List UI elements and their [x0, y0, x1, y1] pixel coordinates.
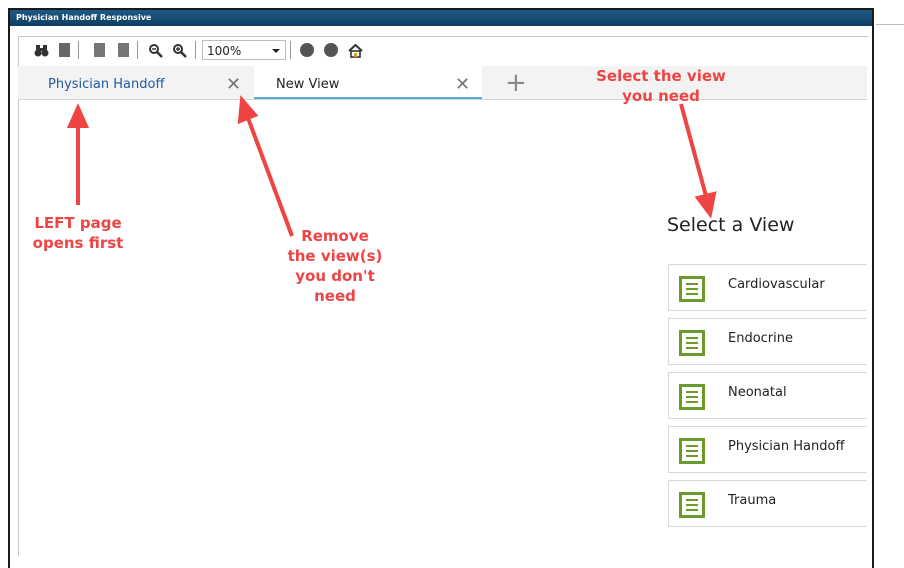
arrow-head — [237, 95, 259, 125]
arrow-head — [66, 103, 90, 128]
arrow-remove-view — [246, 117, 294, 237]
arrow-head — [694, 191, 717, 219]
annotation-arrows — [66, 95, 717, 237]
arrow-select-view — [679, 103, 708, 197]
